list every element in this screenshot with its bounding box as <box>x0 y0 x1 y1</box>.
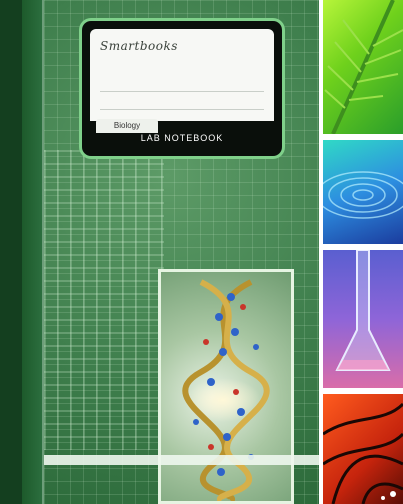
notebook-cover: Smartbooks Biology LAB NOTEBOOK <box>0 0 403 504</box>
name-plate: Smartbooks <box>90 29 274 121</box>
dna-panel <box>158 269 294 504</box>
flask-icon <box>323 250 403 388</box>
water-ripple-icon <box>323 140 403 244</box>
bottom-stripe <box>44 455 319 465</box>
subject-tab: Biology <box>96 119 158 133</box>
dna-helix-icon <box>182 279 270 504</box>
spine <box>0 0 22 504</box>
butterfly-wing-icon <box>323 394 403 504</box>
brand-name: Smartbooks <box>100 39 178 53</box>
leaf-icon <box>323 0 403 134</box>
spine-edge <box>22 0 44 504</box>
cover-label: Smartbooks Biology LAB NOTEBOOK <box>82 21 282 156</box>
write-line <box>100 109 264 110</box>
write-line <box>100 91 264 92</box>
grid-highlight <box>44 150 164 450</box>
notebook-title: LAB NOTEBOOK <box>140 133 224 143</box>
image-column <box>319 0 403 504</box>
